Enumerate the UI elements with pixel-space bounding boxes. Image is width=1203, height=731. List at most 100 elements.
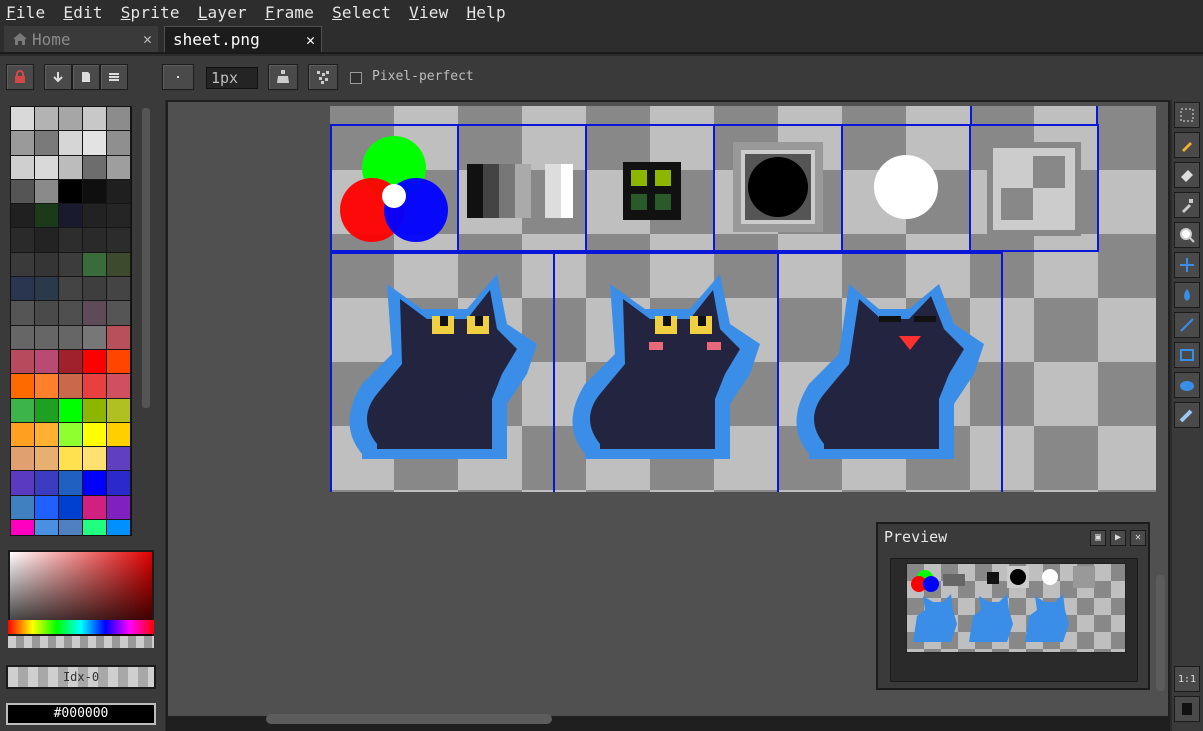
move-tool-button[interactable] [1174, 252, 1200, 278]
options-button[interactable] [100, 64, 128, 90]
palette-swatch[interactable] [35, 374, 59, 399]
close-tab-sheet-icon[interactable]: ✕ [306, 31, 315, 49]
palette-swatch[interactable] [11, 422, 35, 448]
palette-swatch[interactable] [11, 277, 35, 302]
palette-swatch[interactable] [83, 422, 107, 448]
palette-swatch[interactable] [83, 495, 107, 521]
palette-swatch[interactable] [11, 471, 35, 496]
palette-swatch[interactable] [59, 252, 83, 278]
palette-swatch[interactable] [107, 520, 131, 535]
preview-fit-button[interactable]: ▣ [1090, 530, 1106, 546]
palette-swatch[interactable] [83, 374, 107, 399]
palette-swatch[interactable] [11, 398, 35, 423]
palette-swatch[interactable] [107, 252, 131, 278]
palette-swatch[interactable] [83, 107, 107, 132]
alpha-slider[interactable] [8, 636, 154, 648]
palette-swatch[interactable] [59, 155, 83, 180]
palette-swatch[interactable] [35, 520, 59, 535]
palette-swatch[interactable] [59, 179, 83, 205]
palette-swatch[interactable] [35, 301, 59, 326]
palette-grid[interactable] [10, 106, 132, 536]
ink-button[interactable] [268, 64, 298, 90]
ratio-button[interactable]: 1:1 [1174, 666, 1200, 692]
brush-size-field[interactable]: 1px [206, 67, 258, 89]
palette-swatch[interactable] [59, 204, 83, 229]
brush-type-button[interactable] [162, 64, 194, 90]
palette-swatch[interactable] [59, 228, 83, 253]
palette-swatch[interactable] [59, 374, 83, 399]
fill-tool-button[interactable] [1174, 282, 1200, 308]
pixel-grid-button[interactable] [308, 64, 338, 90]
palette-scrollbar[interactable] [142, 108, 150, 408]
palette-swatch[interactable] [107, 107, 131, 132]
palette-swatch[interactable] [107, 179, 131, 205]
palette-swatch[interactable] [59, 447, 83, 472]
palette-swatch[interactable] [83, 131, 107, 156]
palette-swatch[interactable] [11, 447, 35, 472]
palette-swatch[interactable] [107, 447, 131, 472]
palette-swatch[interactable] [11, 349, 35, 375]
palette-swatch[interactable] [59, 349, 83, 375]
palette-swatch[interactable] [107, 325, 131, 350]
palette-swatch[interactable] [35, 471, 59, 496]
palette-swatch[interactable] [83, 349, 107, 375]
palette-swatch[interactable] [83, 325, 107, 350]
palette-swatch[interactable] [11, 155, 35, 180]
palette-swatch[interactable] [35, 107, 59, 132]
tab-home[interactable]: Home ✕ [4, 26, 158, 52]
eyedropper-tool-button[interactable] [1174, 192, 1200, 218]
palette-swatch[interactable] [107, 277, 131, 302]
pencil-tool-button[interactable] [1174, 132, 1200, 158]
palette-swatch[interactable] [11, 107, 35, 132]
palette-swatch[interactable] [11, 228, 35, 253]
palette-swatch[interactable] [83, 204, 107, 229]
line-tool-button[interactable] [1174, 312, 1200, 338]
palette-swatch[interactable] [11, 204, 35, 229]
menu-sprite[interactable]: Sprite [121, 3, 180, 22]
palette-swatch[interactable] [35, 325, 59, 350]
palette-swatch[interactable] [11, 325, 35, 350]
palette-swatch[interactable] [107, 422, 131, 448]
close-tab-home-icon[interactable]: ✕ [143, 30, 152, 48]
eraser-tool-button[interactable] [1174, 162, 1200, 188]
palette-swatch[interactable] [107, 398, 131, 423]
palette-swatch[interactable] [83, 252, 107, 278]
pixel-perfect-checkbox[interactable] [350, 72, 362, 84]
palette-swatch[interactable] [59, 471, 83, 496]
vertical-scrollbar[interactable] [1156, 575, 1165, 691]
palette-swatch[interactable] [59, 398, 83, 423]
palette-swatch[interactable] [35, 228, 59, 253]
palette-swatch[interactable] [83, 447, 107, 472]
palette-swatch[interactable] [83, 179, 107, 205]
palette-swatch[interactable] [35, 204, 59, 229]
palette-swatch[interactable] [11, 131, 35, 156]
palette-swatch[interactable] [35, 422, 59, 448]
preview-close-button[interactable]: ✕ [1130, 530, 1146, 546]
palette-swatch[interactable] [107, 155, 131, 180]
palette-swatch[interactable] [11, 520, 35, 535]
lock-button[interactable] [6, 64, 34, 90]
palette-swatch[interactable] [83, 520, 107, 535]
palette-swatch[interactable] [107, 349, 131, 375]
palette-swatch[interactable] [59, 325, 83, 350]
palette-swatch[interactable] [59, 131, 83, 156]
palette-swatch[interactable] [35, 179, 59, 205]
palette-swatch[interactable] [11, 301, 35, 326]
tab-sheet[interactable]: sheet.png ✕ [164, 26, 322, 52]
menu-file[interactable]: File [6, 3, 45, 22]
palette-swatch[interactable] [107, 495, 131, 521]
palette-swatch[interactable] [59, 107, 83, 132]
hex-color-field[interactable]: #000000 [6, 703, 156, 725]
palette-swatch[interactable] [35, 252, 59, 278]
palette-swatch[interactable] [83, 228, 107, 253]
palette-swatch[interactable] [35, 155, 59, 180]
palette-swatch[interactable] [83, 471, 107, 496]
rectangle-tool-button[interactable] [1174, 342, 1200, 368]
palette-swatch[interactable] [107, 131, 131, 156]
hue-slider[interactable] [8, 620, 154, 634]
blur-tool-button[interactable] [1174, 402, 1200, 428]
preview-play-button[interactable]: ▶ [1110, 530, 1126, 546]
sprite-sheet[interactable] [330, 106, 1156, 492]
contour-tool-button[interactable] [1174, 372, 1200, 398]
palette-swatch[interactable] [83, 398, 107, 423]
